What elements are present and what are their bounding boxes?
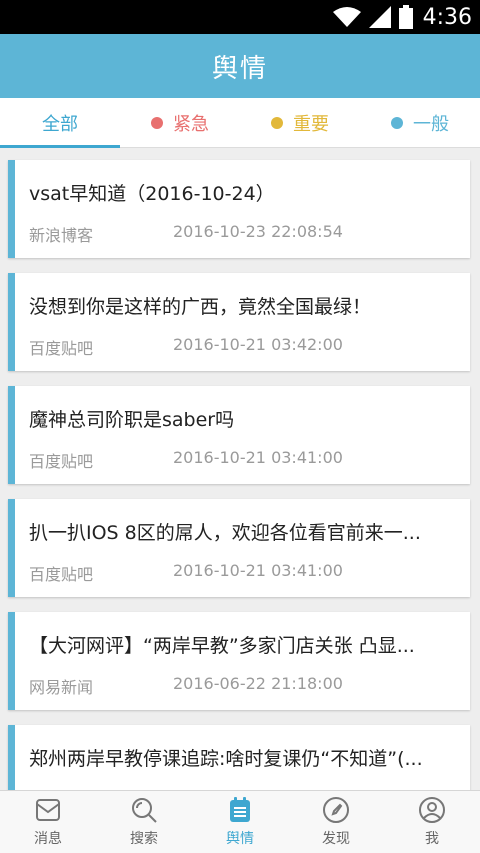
item-time: 2016-10-23 22:08:54	[173, 222, 343, 241]
app-bar: 舆情	[0, 34, 480, 98]
item-title: vsat早知道（2016-10-24）	[29, 183, 275, 205]
battery-icon	[398, 5, 413, 29]
item-source: 百度贴吧	[29, 339, 94, 358]
item-source: 新浪博客	[29, 226, 94, 245]
item-title: 扒一扒IOS 8区的屌人，欢迎各位看官前来一...	[29, 522, 421, 544]
status-bar: 4:36	[0, 0, 480, 34]
tab-normal[interactable]: 一般	[360, 98, 480, 147]
important-dot-icon	[271, 116, 283, 129]
nav-label: 搜索	[130, 831, 158, 847]
nav-label: 我	[425, 831, 439, 847]
filter-tabs: 全部 紧急 重要 一般	[0, 98, 480, 148]
list-item[interactable]: 扒一扒IOS 8区的屌人，欢迎各位看官前来一... 百度贴吧 2016-10-21…	[8, 499, 470, 597]
tab-label: 全部	[42, 113, 78, 135]
item-time: 2016-06-22 21:18:00	[173, 674, 343, 693]
bottom-nav: 消息 搜索 舆情 发现 我	[0, 790, 480, 853]
list-item[interactable]: 郑州两岸早教停课追踪:啥时复课仍“不知道”(...	[8, 725, 470, 790]
tab-all[interactable]: 全部	[0, 98, 120, 148]
sentiment-icon	[226, 796, 254, 828]
message-icon	[34, 796, 62, 828]
nav-label: 舆情	[226, 831, 254, 847]
sentiment-list[interactable]: vsat早知道（2016-10-24） 新浪博客 2016-10-23 22:08…	[0, 148, 480, 790]
item-title: 【大河网评】“两岸早教”多家门店关张 凸显...	[29, 635, 415, 657]
tab-important[interactable]: 重要	[240, 98, 360, 147]
item-title: 没想到你是这样的广西，竟然全国最绿！	[29, 296, 372, 318]
item-source: 百度贴吧	[29, 452, 94, 471]
nav-profile[interactable]: 我	[384, 791, 480, 853]
list-item[interactable]: 【大河网评】“两岸早教”多家门店关张 凸显... 网易新闻 2016-06-22 …	[8, 612, 470, 710]
signal-icon	[368, 6, 391, 28]
profile-icon	[418, 796, 446, 828]
list-item[interactable]: 没想到你是这样的广西，竟然全国最绿！ 百度贴吧 2016-10-21 03:42:…	[8, 273, 470, 371]
nav-search[interactable]: 搜索	[96, 791, 192, 853]
nav-discover[interactable]: 发现	[288, 791, 384, 853]
item-source: 网易新闻	[29, 678, 94, 697]
item-title: 魔神总司阶职是saber吗	[29, 409, 235, 431]
normal-dot-icon	[391, 116, 403, 129]
tab-label: 紧急	[173, 113, 209, 135]
nav-label: 消息	[34, 831, 62, 847]
item-title: 郑州两岸早教停课追踪:啥时复课仍“不知道”(...	[29, 748, 423, 770]
urgent-dot-icon	[151, 116, 163, 129]
list-item[interactable]: vsat早知道（2016-10-24） 新浪博客 2016-10-23 22:08…	[8, 160, 470, 258]
tab-label: 重要	[293, 113, 329, 135]
status-time: 4:36	[422, 4, 472, 30]
nav-label: 发现	[322, 831, 350, 847]
search-icon	[130, 796, 158, 828]
nav-messages[interactable]: 消息	[0, 791, 96, 853]
nav-sentiment[interactable]: 舆情	[192, 791, 288, 853]
tab-urgent[interactable]: 紧急	[120, 98, 240, 147]
item-time: 2016-10-21 03:41:00	[173, 561, 343, 580]
item-time: 2016-10-21 03:42:00	[173, 335, 343, 354]
wifi-icon	[332, 6, 361, 28]
list-item[interactable]: 魔神总司阶职是saber吗 百度贴吧 2016-10-21 03:41:00	[8, 386, 470, 484]
item-source: 百度贴吧	[29, 565, 94, 584]
page-title: 舆情	[211, 53, 268, 84]
compass-icon	[322, 796, 350, 828]
item-time: 2016-10-21 03:41:00	[173, 448, 343, 467]
tab-label: 一般	[413, 113, 449, 135]
